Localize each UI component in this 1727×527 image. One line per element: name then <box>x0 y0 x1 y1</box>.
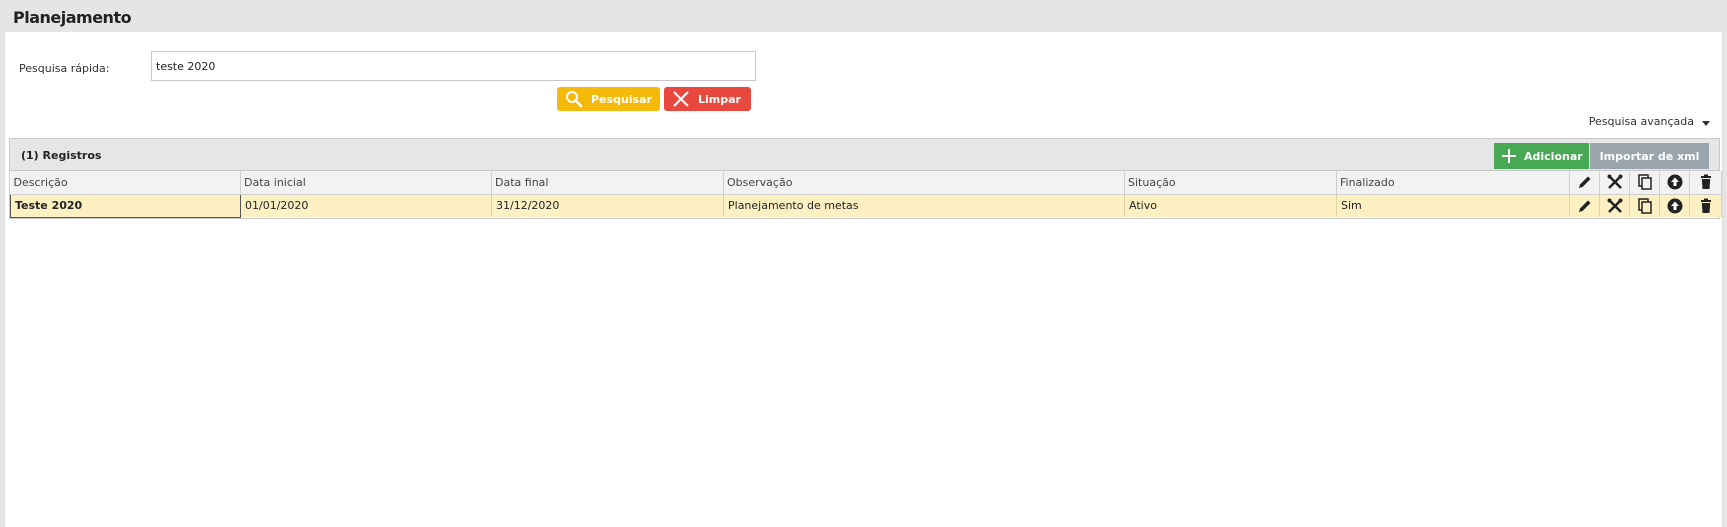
search-button-label: Pesquisar <box>591 92 652 106</box>
column-header-situacao[interactable]: Situação <box>1124 171 1337 195</box>
page-title: Planejamento <box>13 8 132 27</box>
table-row[interactable]: Teste 2020 01/01/2020 31/12/2020 Planeja… <box>10 193 1722 218</box>
row-tools-button[interactable] <box>1599 194 1630 217</box>
pencil-icon <box>1576 173 1594 191</box>
advanced-search-label: Pesquisa avançada <box>1588 115 1694 128</box>
cell-data-final[interactable]: 31/12/2020 <box>491 194 724 217</box>
header-tools-action[interactable] <box>1599 171 1630 195</box>
copy-icon <box>1636 197 1654 215</box>
quick-search-input[interactable] <box>151 51 756 81</box>
cell-descricao[interactable]: Teste 2020 <box>10 193 241 218</box>
cell-data-inicial[interactable]: 01/01/2020 <box>240 194 492 217</box>
pencil-icon <box>1576 197 1594 215</box>
column-header-data-inicial[interactable]: Data inicial <box>240 171 492 195</box>
trash-icon <box>1697 197 1715 215</box>
header-edit-action[interactable] <box>1569 171 1600 195</box>
column-header-descricao[interactable]: Descrição <box>10 171 241 195</box>
plus-icon <box>1494 148 1524 164</box>
add-button-label: Adicionar <box>1524 149 1583 163</box>
tools-icon <box>1606 197 1624 215</box>
column-header-data-final[interactable]: Data final <box>491 171 724 195</box>
import-xml-button[interactable]: Importar de xml <box>1590 143 1709 169</box>
quick-search-label: Pesquisa rápida: <box>19 62 110 75</box>
row-copy-button[interactable] <box>1629 194 1660 217</box>
row-delete-button[interactable] <box>1689 194 1722 217</box>
main-panel: Pesquisa rápida: Pesquisar Limpar Pesqui… <box>4 32 1723 527</box>
column-header-finalizado[interactable]: Finalizado <box>1336 171 1570 195</box>
search-button[interactable]: Pesquisar <box>557 87 660 111</box>
header-delete-action[interactable] <box>1689 171 1722 195</box>
copy-icon <box>1636 173 1654 191</box>
cell-finalizado[interactable]: Sim <box>1336 194 1570 217</box>
clear-button[interactable]: Limpar <box>664 87 751 111</box>
column-header-observacao[interactable]: Observação <box>723 171 1125 195</box>
header-upload-action[interactable] <box>1659 171 1690 195</box>
search-icon <box>557 87 591 111</box>
advanced-search-toggle[interactable]: Pesquisa avançada <box>1589 115 1710 128</box>
records-count: (1) Registros <box>21 149 102 162</box>
grid-header: (1) Registros Adicionar Importar de xml <box>10 139 1719 171</box>
arrow-up-circle-icon <box>1666 197 1684 215</box>
records-table: Descrição Data inicial Data final Observ… <box>10 171 1722 218</box>
add-button[interactable]: Adicionar <box>1494 143 1589 169</box>
close-icon <box>664 87 698 111</box>
cell-situacao[interactable]: Ativo <box>1124 194 1337 217</box>
row-edit-button[interactable] <box>1569 194 1600 217</box>
header-copy-action[interactable] <box>1629 171 1660 195</box>
chevron-down-icon <box>1702 120 1710 126</box>
table-header-row: Descrição Data inicial Data final Observ… <box>10 171 1722 195</box>
cell-observacao[interactable]: Planejamento de metas <box>723 194 1125 217</box>
records-grid: (1) Registros Adicionar Importar de xml … <box>9 138 1722 219</box>
trash-icon <box>1697 173 1715 191</box>
clear-button-label: Limpar <box>698 92 741 106</box>
arrow-up-circle-icon <box>1666 173 1684 191</box>
row-upload-button[interactable] <box>1659 194 1690 217</box>
tools-icon <box>1606 173 1624 191</box>
